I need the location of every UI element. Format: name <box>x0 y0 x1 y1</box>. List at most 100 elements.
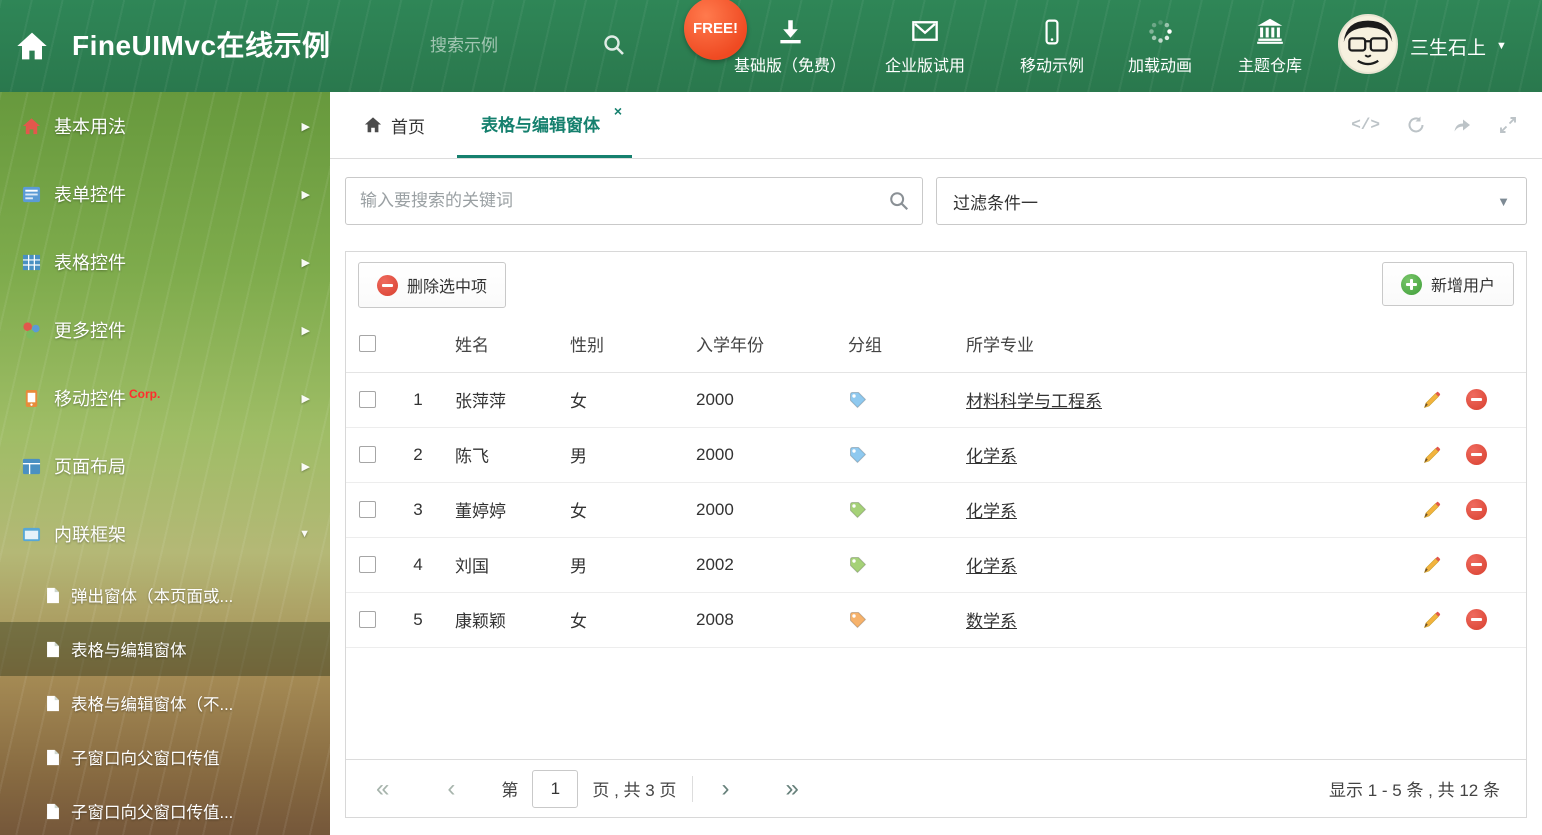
page-number-input[interactable] <box>532 769 579 808</box>
edit-icon[interactable] <box>1422 555 1442 575</box>
search-icon[interactable] <box>888 190 910 212</box>
chevron-down-icon: ▼ <box>1497 193 1510 209</box>
delete-icon[interactable] <box>1466 389 1487 410</box>
edit-icon[interactable] <box>1422 500 1442 520</box>
cell-name: 张萍萍 <box>446 372 564 428</box>
avatar[interactable] <box>1338 14 1398 74</box>
row-checkbox[interactable] <box>359 556 376 573</box>
sidebar-item-label: 基本用法 <box>54 117 126 137</box>
mobile-icon <box>1039 15 1065 45</box>
keyword-search-box <box>345 177 923 225</box>
nav-item-theme-store[interactable]: 主题仓库 <box>1212 9 1328 76</box>
minus-circle-icon <box>377 274 398 296</box>
chevron-right-icon: ▶ <box>301 120 310 133</box>
sidebar-subitem-child-to-parent-2[interactable]: 子窗口向父窗口传值... <box>0 784 330 835</box>
table-row: 3 董婷婷 女 2000 化学系 <box>346 482 1526 538</box>
user-name: 三生石上 <box>1410 37 1487 59</box>
major-link[interactable]: 材料科学与工程系 <box>966 392 1102 411</box>
delete-selected-button[interactable]: 删除选中项 <box>358 262 507 308</box>
nav-item-enterprise-trial[interactable]: 企业版试用 <box>854 9 996 76</box>
table-row: 5 康颖颖 女 2008 数学系 <box>346 592 1526 648</box>
chevron-right-icon: ▶ <box>301 188 310 201</box>
sidebar-item-mobile-controls[interactable]: 移动控件 Corp. ▶ <box>0 364 330 432</box>
sidebar: 基本用法 ▶ 表单控件 ▶ 表格控件 ▶ 更多控件 ▶ 移动控件 Corp. ▶ <box>0 92 330 835</box>
last-page-button[interactable]: » <box>785 776 798 801</box>
app-title: FineUIMvc在线示例 <box>72 30 331 61</box>
edit-icon[interactable] <box>1422 390 1442 410</box>
sidebar-item-form-controls[interactable]: 表单控件 ▶ <box>0 160 330 228</box>
grid-header-row: 姓名 性别 入学年份 分组 所学专业 <box>346 316 1526 373</box>
delete-icon[interactable] <box>1466 444 1487 465</box>
edit-icon[interactable] <box>1422 445 1442 465</box>
header: FineUIMvc在线示例 FREE! 基础版（免费） 企业版试用 <box>0 0 1542 92</box>
filter-dropdown[interactable]: 过滤条件一 ▼ <box>936 177 1527 225</box>
header-nav: 基础版（免费） 企业版试用 移动示例 加载动画 主题仓库 <box>726 9 1328 76</box>
row-checkbox[interactable] <box>359 501 376 518</box>
expand-icon[interactable] <box>1498 115 1518 135</box>
sidebar-item-iframe[interactable]: 内联框架 ▼ <box>0 500 330 568</box>
sidebar-item-more-controls[interactable]: 更多控件 ▶ <box>0 296 330 364</box>
major-link[interactable]: 化学系 <box>966 447 1017 466</box>
first-page-button[interactable]: « <box>376 776 389 801</box>
share-icon[interactable] <box>1452 115 1472 135</box>
file-icon <box>47 641 59 657</box>
file-icon <box>47 749 59 765</box>
chevron-right-icon: ▶ <box>301 392 310 405</box>
row-checkbox[interactable] <box>359 391 376 408</box>
sidebar-subitem-popup-window[interactable]: 弹出窗体（本页面或... <box>0 568 330 622</box>
row-checkbox[interactable] <box>359 611 376 628</box>
cell-year: 2000 <box>690 482 842 538</box>
sidebar-item-grid-controls[interactable]: 表格控件 ▶ <box>0 228 330 296</box>
user-menu[interactable]: 三生石上 ▼ <box>1410 0 1507 92</box>
add-user-button[interactable]: 新增用户 <box>1381 262 1514 306</box>
nav-item-loading-animation[interactable]: 加载动画 <box>1108 9 1212 76</box>
delete-icon[interactable] <box>1466 609 1487 630</box>
major-link[interactable]: 化学系 <box>966 557 1017 576</box>
major-link[interactable]: 数学系 <box>966 612 1017 631</box>
column-header-year: 入学年份 <box>690 316 842 373</box>
chevron-down-icon: ▼ <box>1496 40 1507 52</box>
home-icon <box>364 117 382 133</box>
cell-name: 康颖颖 <box>446 592 564 648</box>
close-icon[interactable]: × <box>614 104 622 118</box>
tab-grid-edit-window[interactable]: 表格与编辑窗体 × <box>457 92 632 158</box>
cell-gender: 女 <box>564 372 690 428</box>
delete-icon[interactable] <box>1466 499 1487 520</box>
sidebar-item-basic-usage[interactable]: 基本用法 ▶ <box>0 92 330 160</box>
row-checkbox[interactable] <box>359 446 376 463</box>
envelope-icon <box>911 15 939 45</box>
grid-panel: 删除选中项 新增用户 姓名 性别 入学年份 分组 所学专业 1 张萍萍 女 20… <box>345 251 1527 818</box>
edit-icon[interactable] <box>1422 610 1442 630</box>
page-prefix-label: 第 <box>501 781 519 800</box>
chevron-right-icon: ▶ <box>301 460 310 473</box>
corp-badge: Corp. <box>129 387 161 401</box>
delete-icon[interactable] <box>1466 554 1487 575</box>
header-search-input[interactable] <box>430 30 595 62</box>
file-icon <box>47 587 59 603</box>
previous-page-button[interactable]: ‹ <box>447 776 455 801</box>
major-link[interactable]: 化学系 <box>966 502 1017 521</box>
grid-toolbar: 删除选中项 新增用户 <box>346 252 1526 316</box>
next-page-button[interactable]: › <box>721 776 729 801</box>
keyword-search-input[interactable] <box>360 191 888 211</box>
code-icon[interactable]: </> <box>1351 116 1380 134</box>
cell-gender: 女 <box>564 482 690 538</box>
row-number: 1 <box>390 372 446 428</box>
data-grid: 姓名 性别 入学年份 分组 所学专业 1 张萍萍 女 2000 材料科学与工程系… <box>346 316 1526 648</box>
tab-home[interactable]: 首页 <box>344 92 445 158</box>
sidebar-subitem-grid-edit-window-2[interactable]: 表格与编辑窗体（不... <box>0 676 330 730</box>
sidebar-item-page-layout[interactable]: 页面布局 ▶ <box>0 432 330 500</box>
delete-selected-label: 删除选中项 <box>407 279 488 296</box>
cell-year: 2000 <box>690 372 842 428</box>
home-icon[interactable] <box>16 30 48 62</box>
tab-label: 表格与编辑窗体 <box>481 116 600 135</box>
pager-divider <box>692 775 694 802</box>
nav-item-mobile-demo[interactable]: 移动示例 <box>996 9 1108 76</box>
row-number: 5 <box>390 592 446 648</box>
search-icon[interactable] <box>602 33 626 57</box>
sidebar-subitem-child-to-parent[interactable]: 子窗口向父窗口传值 <box>0 730 330 784</box>
refresh-icon[interactable] <box>1406 115 1426 135</box>
select-all-checkbox[interactable] <box>359 335 376 353</box>
sidebar-subitem-grid-edit-window[interactable]: 表格与编辑窗体 <box>0 622 330 676</box>
sidebar-item-label: 更多控件 <box>54 321 126 341</box>
